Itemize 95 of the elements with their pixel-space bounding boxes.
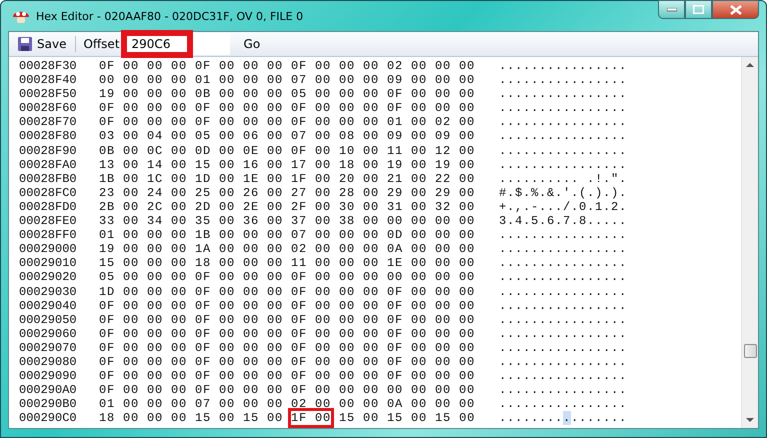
offset-label: Offset xyxy=(83,37,120,51)
hex-bytes: 0F 00 00 00 0F 00 00 00 0F 00 00 00 0F 00 00 00 xyxy=(99,101,476,116)
ascii-text: ................ xyxy=(499,73,628,88)
ascii-text: ........ xyxy=(499,411,564,426)
hex-bytes: 00 00 00 00 01 00 00 00 07 00 00 00 09 00 00 00 xyxy=(99,73,476,88)
offset-cell-text: 00028F60 xyxy=(19,101,78,116)
maximize-icon xyxy=(693,5,704,14)
hex-bytes: 0F 00 00 00 0F 00 00 00 0F 00 00 00 00 00 00 00 xyxy=(99,383,476,398)
offset-cell-text: 00028F70 xyxy=(19,115,78,130)
offset-cell-text: 000290C0 xyxy=(19,411,78,426)
hex-bytes: 13 00 14 00 15 00 16 00 17 00 18 00 19 00 19 00 xyxy=(99,158,476,172)
ascii-text: ................ xyxy=(499,129,628,144)
ascii-text: ................ xyxy=(499,383,628,398)
go-button[interactable]: Go xyxy=(238,36,266,52)
offset-cell-text: 000290B0 xyxy=(19,397,78,412)
scrollbar[interactable] xyxy=(741,57,758,428)
offset-cell-text: 00028F50 xyxy=(19,87,78,102)
ascii-text: ................ xyxy=(499,59,628,74)
offset-cell-text: 00028FD0 xyxy=(19,200,78,214)
offset-cell-text: 00028F40 xyxy=(19,73,78,88)
close-button[interactable] xyxy=(712,0,759,19)
offset-cell-text: 00029050 xyxy=(19,312,78,327)
hex-bytes: 19 00 00 00 1A 00 00 00 02 00 00 00 0A 00 00 00 xyxy=(99,242,476,256)
offset-cell-text: 00029040 xyxy=(19,298,78,313)
hex-bytes: 0F 00 00 00 0F 00 00 00 0F 00 00 00 0F 00 00 00 xyxy=(99,340,476,355)
maximize-button[interactable] xyxy=(685,0,712,19)
ascii-text: . xyxy=(563,411,572,426)
ascii-text: ................ xyxy=(499,340,628,355)
ascii-text: ................ xyxy=(499,354,628,370)
offset-cell-text: 00029080 xyxy=(19,354,78,370)
hex-bytes: 0F 00 00 00 0F 00 00 00 0F 00 00 00 01 00 02 00 xyxy=(99,115,476,130)
offset-cell-text: 00028FC0 xyxy=(19,186,78,200)
offset-cell-text: 00028F80 xyxy=(19,129,78,144)
ascii-text: ................ xyxy=(499,256,628,270)
hex-bytes: 1F 00 xyxy=(291,411,332,426)
offset-cell-text: 00029070 xyxy=(19,340,78,355)
hex-bytes: 0F 00 00 00 0F 00 00 00 0F 00 00 00 0F 00 00 00 xyxy=(99,298,476,313)
offset-cell-text: 00029090 xyxy=(19,369,78,384)
offset-cell-text: 00029060 xyxy=(19,326,78,341)
hex-bytes: 2B 00 2C 00 2D 00 2E 00 2F 00 30 00 31 00 32 00 xyxy=(99,200,476,214)
minimize-icon xyxy=(666,8,676,12)
minimize-button[interactable] xyxy=(658,0,685,19)
hex-bytes: 0F 00 00 00 0F 00 00 00 0F 00 00 00 0F 00 00 00 xyxy=(99,354,476,370)
ascii-text: #.$.%.&.'.(.).). xyxy=(499,186,628,200)
hex-bytes: 1D 00 00 00 0F 00 00 00 0F 00 00 00 0F 00 00 00 xyxy=(99,284,476,299)
hex-bytes: 18 00 00 00 15 00 15 00 xyxy=(99,411,284,426)
hex-bytes: 03 00 04 00 05 00 06 00 07 00 08 00 09 00 09 00 xyxy=(99,129,476,144)
hex-bytes: 0F 00 00 00 0F 00 00 00 0F 00 00 00 02 00 00 00 xyxy=(99,59,476,74)
ascii-text: ................ xyxy=(499,158,628,172)
offset-cell-text: 00029020 xyxy=(19,270,78,284)
hex-bytes: 15 00 00 00 18 00 00 00 11 00 00 00 1E 00 00 00 xyxy=(99,256,476,270)
ascii-text: ....... xyxy=(571,411,628,426)
offset-cell-text: 00028FB0 xyxy=(19,172,78,186)
ascii-text: ................ xyxy=(499,312,628,327)
offset-cell-text: 00028F90 xyxy=(19,144,78,158)
hex-bytes: 0B 00 0C 00 0D 00 0E 00 0F 00 10 00 11 00 12 00 xyxy=(99,144,476,158)
ascii-text: ................ xyxy=(499,270,628,284)
ascii-text: ................ xyxy=(499,242,628,256)
ascii-text: ................ xyxy=(499,144,628,158)
ascii-text: ................ xyxy=(499,326,628,341)
offset-field[interactable]: 290C6 xyxy=(124,33,230,55)
window-title: Hex Editor - 020AAF80 - 020DC31F, OV 0, FILE 0 xyxy=(36,10,304,22)
ascii-text: ................ xyxy=(499,369,628,384)
hex-bytes: 33 00 34 00 35 00 36 00 37 00 38 00 00 00 00 00 xyxy=(99,214,476,228)
hex-bytes: 05 00 00 00 0F 00 00 00 0F 00 00 00 00 00 00 00 xyxy=(99,270,476,284)
hex-bytes: 0F 00 00 00 0F 00 00 00 0F 00 00 00 0F 00 00 00 xyxy=(99,369,476,384)
hex-bytes: 01 00 00 00 07 00 00 00 02 00 00 00 0A 00 00 00 xyxy=(99,397,476,412)
hex-bytes: 19 00 00 00 0B 00 00 00 05 00 00 00 0F 00 00 00 xyxy=(99,87,476,102)
offset-cell-text: 00028F30 xyxy=(19,59,78,74)
ascii-text: ................ xyxy=(499,115,628,130)
offset-cell-text: 00029010 xyxy=(19,256,78,270)
ascii-text: ................ xyxy=(499,397,628,412)
offset-cell-text: 000290A0 xyxy=(19,383,78,398)
offset-cell-text: 00029030 xyxy=(19,284,78,299)
hex-bytes: 15 00 15 00 15 00 xyxy=(339,411,476,426)
hex-bytes: 01 00 00 00 1B 00 00 00 07 00 00 00 0D 00 00 00 xyxy=(99,228,476,242)
ascii-text: ................ xyxy=(499,101,628,116)
ascii-text: ................ xyxy=(499,87,628,102)
ascii-text: +.,.-.../.0.1.2. xyxy=(499,200,628,214)
hex-bytes: 0F 00 00 00 0F 00 00 00 0F 00 00 00 0F 00 00 00 xyxy=(99,326,476,341)
offset-cell-text: 00029000 xyxy=(19,242,78,256)
close-icon xyxy=(730,4,742,14)
save-button[interactable]: Save xyxy=(15,36,68,52)
offset-cell-text: 00028FF0 xyxy=(19,228,78,242)
hex-bytes: 23 00 24 00 25 00 26 00 27 00 28 00 29 00 29 00 xyxy=(99,186,476,200)
offset-cell-text: 00028FE0 xyxy=(19,214,78,228)
ascii-text: 3.4.5.6.7.8..... xyxy=(499,214,628,228)
ascii-text: .......... .!.". xyxy=(499,172,628,186)
hex-bytes: 1B 00 1C 00 1D 00 1E 00 1F 00 20 00 21 00 22 00 xyxy=(99,172,476,186)
ascii-text: ................ xyxy=(499,228,628,242)
offset-cell-text: 00028FA0 xyxy=(19,158,78,172)
ascii-text: ................ xyxy=(499,284,628,299)
hex-bytes: 0F 00 00 00 0F 00 00 00 0F 00 00 00 0F 00 00 00 xyxy=(99,312,476,327)
ascii-text: ................ xyxy=(499,298,628,313)
scroll-thumb[interactable] xyxy=(744,344,756,358)
